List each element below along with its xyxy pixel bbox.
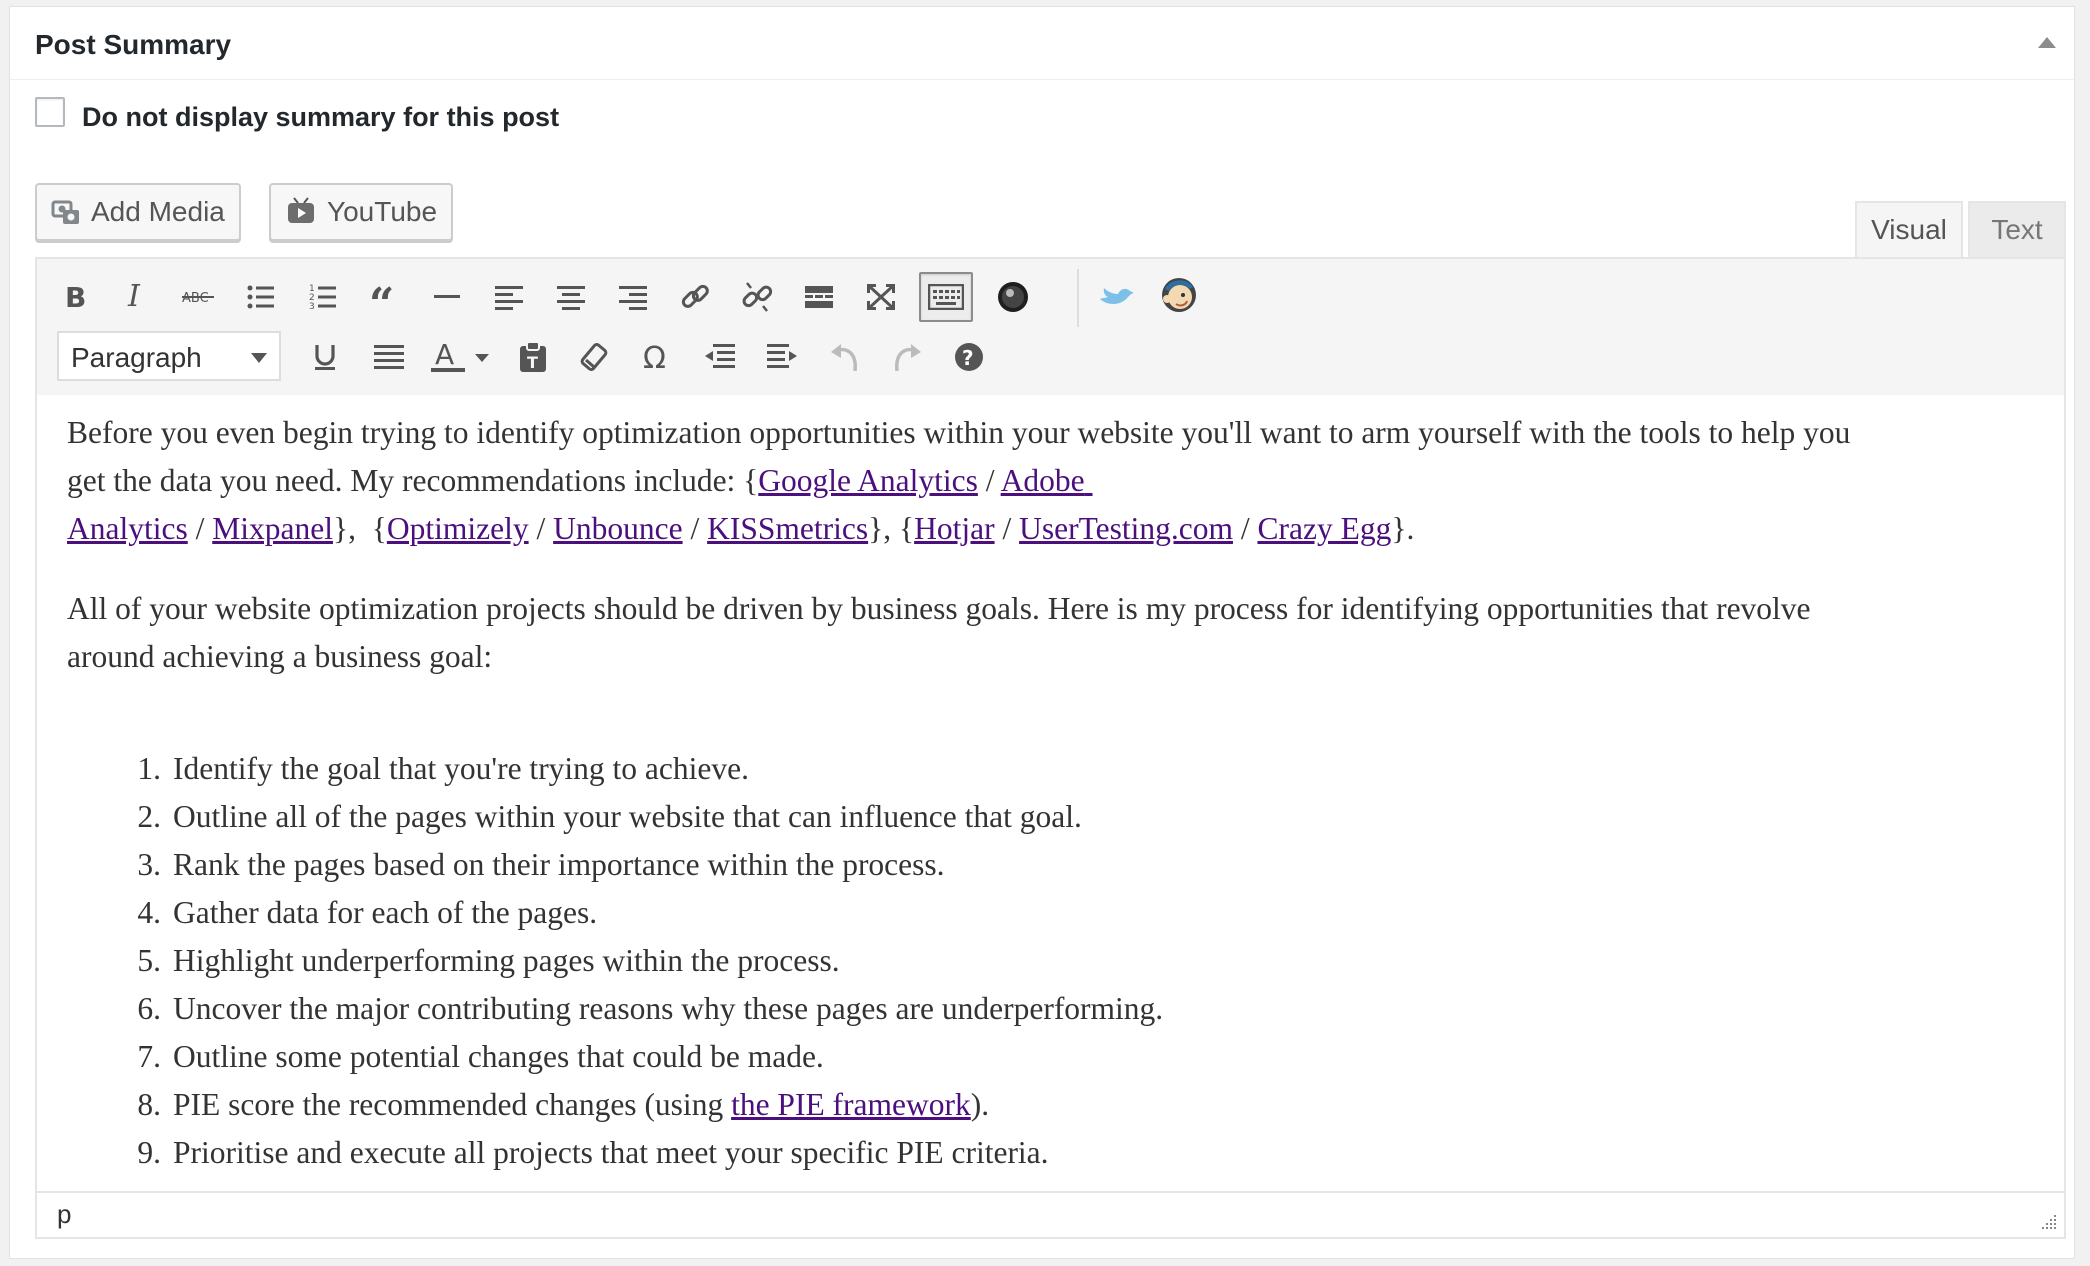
fullscreen-icon[interactable] <box>857 273 905 321</box>
list-item: 1. Identify the goal that you're trying t… <box>137 751 749 786</box>
link-adobe-analytics-space[interactable] <box>1085 463 1093 498</box>
list-item: 5. Highlight underperforming pages within… <box>137 943 840 978</box>
numbered-list-icon[interactable]: 123 <box>299 273 347 321</box>
process-line-2: around achieving a business goal: <box>67 639 493 674</box>
add-media-icon <box>51 198 81 226</box>
bold-icon[interactable]: B <box>51 273 99 321</box>
mailchimp-icon[interactable] <box>1155 271 1203 319</box>
youtube-label: YouTube <box>327 196 438 227</box>
list-item: 9. Prioritise and execute all projects th… <box>137 1135 1049 1170</box>
list-item: 8. PIE score the recommended changes (usi… <box>137 1087 990 1122</box>
editor: B I ABC 123 “ <box>35 257 2066 1239</box>
editor-statusbar: p <box>37 1191 2064 1237</box>
post-summary-panel: Post Summary Do not display summary for … <box>9 6 2075 1259</box>
hide-summary-label[interactable]: Do not display summary for this post <box>82 102 559 133</box>
resize-handle-icon[interactable] <box>2040 1213 2058 1231</box>
text-color-icon[interactable]: A <box>427 333 493 381</box>
indent-icon[interactable] <box>759 333 807 381</box>
list-item: 7. Outline some potential changes that co… <box>137 1039 824 1074</box>
intro-line-1: Before you even begin trying to identify… <box>67 415 1851 450</box>
link-adobe-analytics-part1[interactable]: Adobe <box>1001 463 1085 498</box>
read-more-icon[interactable] <box>795 273 843 321</box>
twitter-icon[interactable] <box>1093 273 1141 321</box>
link-optimizely[interactable]: Optimizely <box>387 511 529 546</box>
paragraph-format-select[interactable]: Paragraph <box>57 331 281 381</box>
list-item: 4. Gather data for each of the pages. <box>137 895 598 930</box>
svg-text:T: T <box>527 353 538 372</box>
svg-text:ABC: ABC <box>182 291 209 306</box>
justify-icon[interactable] <box>365 333 413 381</box>
svg-text:A: A <box>435 340 454 371</box>
youtube-icon <box>285 196 317 228</box>
intro-line-2: get the data you need. My recommendation… <box>67 463 759 498</box>
editor-toolbar: B I ABC 123 “ <box>37 259 2064 397</box>
paste-text-icon[interactable]: T <box>509 333 557 381</box>
intro-paragraph: Before you even begin trying to identify… <box>67 415 1851 546</box>
special-character-icon[interactable]: Ω <box>633 333 681 381</box>
svg-text:Ω: Ω <box>643 343 666 371</box>
process-line-1: All of your website optimization project… <box>67 591 1811 626</box>
record-icon[interactable] <box>989 273 1037 321</box>
bullet-list-icon[interactable] <box>237 273 285 321</box>
link-pie-framework[interactable]: the PIE framework <box>731 1087 971 1122</box>
link-adobe-analytics-part2[interactable]: Analytics <box>67 511 188 546</box>
link-google-analytics[interactable]: Google Analytics <box>758 463 978 498</box>
help-icon[interactable]: ? <box>945 333 993 381</box>
svg-text:B: B <box>65 284 86 310</box>
tab-text[interactable]: Text <box>1968 201 2066 257</box>
add-media-label: Add Media <box>91 196 225 227</box>
chevron-down-icon <box>251 353 267 363</box>
youtube-button[interactable]: YouTube <box>269 183 453 241</box>
link-usertesting[interactable]: UserTesting.com <box>1019 511 1233 546</box>
insert-link-icon[interactable] <box>671 273 719 321</box>
svg-text:?: ? <box>962 346 974 370</box>
toolbar-separator <box>1077 269 1079 327</box>
link-unbounce[interactable]: Unbounce <box>553 511 682 546</box>
toolbar-toggle-icon[interactable] <box>919 272 973 322</box>
collapse-arrow-icon[interactable] <box>2038 37 2056 48</box>
clear-formatting-icon[interactable] <box>571 333 619 381</box>
outdent-icon[interactable] <box>695 333 743 381</box>
horizontal-line-icon[interactable] <box>423 273 471 321</box>
redo-icon[interactable] <box>883 333 931 381</box>
link-mixpanel[interactable]: Mixpanel <box>212 511 333 546</box>
italic-icon[interactable]: I <box>113 273 161 321</box>
list-item: 2. Outline all of the pages within your w… <box>137 799 1082 834</box>
underline-icon[interactable] <box>301 333 349 381</box>
align-center-icon[interactable] <box>547 273 595 321</box>
process-paragraph: All of your website optimization project… <box>67 585 2067 681</box>
svg-text:“: “ <box>369 285 394 309</box>
link-crazy-egg[interactable]: Crazy Egg <box>1257 511 1391 546</box>
list-item: 6. Uncover the major contributing reasons… <box>137 991 1164 1026</box>
list-item: 3. Rank the pages based on their importan… <box>137 847 945 882</box>
svg-text:I: I <box>127 283 141 311</box>
add-media-button[interactable]: Add Media <box>35 183 241 241</box>
align-left-icon[interactable] <box>485 273 533 321</box>
tab-visual[interactable]: Visual <box>1855 201 1963 257</box>
editor-content[interactable]: Before you even begin trying to identify… <box>37 395 2064 1193</box>
undo-icon[interactable] <box>821 333 869 381</box>
strikethrough-icon[interactable]: ABC <box>175 273 223 321</box>
element-path[interactable]: p <box>57 1199 71 1230</box>
process-steps-list: 1. Identify the goal that you're trying t… <box>99 745 1163 1177</box>
hide-summary-checkbox[interactable] <box>35 97 65 127</box>
blockquote-icon[interactable]: “ <box>361 273 409 321</box>
svg-text:3: 3 <box>309 302 315 311</box>
panel-title: Post Summary <box>35 29 232 60</box>
remove-link-icon[interactable] <box>733 273 781 321</box>
align-right-icon[interactable] <box>609 273 657 321</box>
format-select-value: Paragraph <box>71 342 202 373</box>
link-kissmetrics[interactable]: KISSmetrics <box>707 511 868 546</box>
link-hotjar[interactable]: Hotjar <box>914 511 994 546</box>
panel-header[interactable]: Post Summary <box>10 7 2074 80</box>
